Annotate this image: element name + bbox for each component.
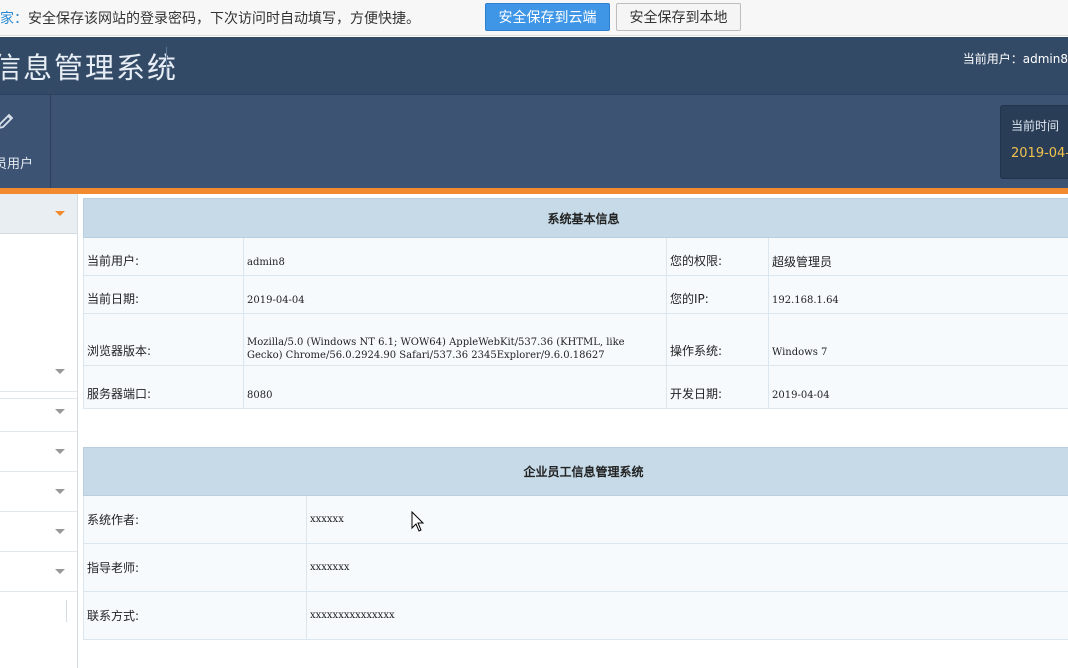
- browser-version-label: 浏览器版本:: [83, 313, 244, 366]
- contact-label: 联系方式:: [83, 591, 307, 640]
- table-row: 浏览器版本: Mozilla/5.0 (Windows NT 6.1; WOW6…: [83, 313, 1068, 366]
- title-divider: [166, 47, 167, 77]
- chevron-down-icon: [55, 409, 65, 414]
- author-label: 系统作者:: [83, 495, 307, 544]
- table-row: 指导老师: xxxxxxx: [83, 543, 1068, 592]
- chevron-down-icon: [55, 449, 65, 454]
- contact-value: xxxxxxxxxxxxxxx: [305, 591, 1068, 640]
- os-label: 操作系统:: [666, 313, 769, 366]
- chevron-down-icon: [55, 369, 65, 374]
- current-time-box: 当前时间 2019-04-04: [1000, 105, 1068, 179]
- chevron-down-icon: [55, 569, 65, 574]
- password-save-bar: 家：安全保存该网站的登录密码，下次访问时自动填写，方便快捷。 安全保存到云端 安…: [0, 0, 1068, 36]
- password-save-prefix: 家：: [0, 10, 28, 27]
- nav-item-label: 员用户: [0, 157, 34, 172]
- chevron-down-icon: [55, 529, 65, 534]
- table-row: 当前日期: 2019-04-04 您的IP: 192.168.1.64: [83, 275, 1068, 314]
- time-label: 当前时间: [1011, 119, 1060, 133]
- current-user-label-cell: 当前用户:: [83, 237, 244, 276]
- os-value: Windows 7: [767, 313, 1068, 366]
- sidebar-menu-item[interactable]: [0, 432, 77, 472]
- app-header: 信息管理系统 当前用户：admin8: [0, 37, 1068, 94]
- advisor-value: xxxxxxx: [305, 543, 1068, 592]
- permission-value: 超级管理员: [767, 237, 1068, 276]
- ip-label: 您的IP:: [666, 275, 769, 314]
- sidebar-menu-item[interactable]: [0, 512, 77, 552]
- permission-label: 您的权限:: [666, 237, 769, 276]
- top-nav: 员用户 当前时间 2019-04-04: [0, 94, 1068, 189]
- pencil-icon: [0, 113, 14, 129]
- save-to-cloud-button[interactable]: 安全保存到云端: [485, 3, 610, 31]
- dev-date-label: 开发日期:: [666, 365, 769, 409]
- browser-version-value: Mozilla/5.0 (Windows NT 6.1; WOW64) Appl…: [243, 313, 667, 366]
- sidebar: [0, 194, 78, 668]
- current-user-label: 当前用户：admin8: [962, 52, 1068, 66]
- project-info-table: 企业员工信息管理系统 系统作者: xxxxxx 指导老师: xxxxxxx 联系…: [82, 447, 1068, 640]
- sidebar-menu-item[interactable]: [0, 352, 77, 392]
- mouse-cursor-icon: [411, 511, 425, 532]
- sidebar-menu-item[interactable]: [0, 392, 77, 432]
- server-port-value: 8080: [243, 365, 667, 409]
- save-to-local-button[interactable]: 安全保存到本地: [616, 3, 741, 31]
- advisor-label: 指导老师:: [83, 543, 307, 592]
- server-port-label: 服务器端口:: [83, 365, 244, 409]
- sidebar-menu-header[interactable]: [0, 194, 77, 234]
- chevron-down-icon: [55, 489, 65, 494]
- table-row: 系统作者: xxxxxx: [83, 495, 1068, 544]
- system-info-title: 系统基本信息: [82, 198, 1068, 238]
- system-info-table: 系统基本信息 当前用户: admin8 您的权限: 超级管理员 当前日期: 20…: [82, 198, 1068, 409]
- chevron-down-icon: [55, 211, 65, 216]
- table-row: 服务器端口: 8080 开发日期: 2019-04-04: [83, 365, 1068, 409]
- time-value: 2019-04-04: [1011, 146, 1068, 161]
- dev-date-value: 2019-04-04: [767, 365, 1068, 409]
- sidebar-menu-item[interactable]: [0, 552, 77, 592]
- current-date-label: 当前日期:: [83, 275, 244, 314]
- current-date-value: 2019-04-04: [243, 275, 667, 314]
- sidebar-menu-item[interactable]: [0, 472, 77, 512]
- current-user-value: admin8: [243, 237, 667, 276]
- accent-strip: [0, 188, 1068, 194]
- password-save-message: 家：安全保存该网站的登录密码，下次访问时自动填写，方便快捷。: [0, 10, 420, 27]
- nav-item-users[interactable]: 员用户: [0, 95, 51, 189]
- sidebar-resize-handle[interactable]: [66, 600, 67, 622]
- project-info-title: 企业员工信息管理系统: [82, 447, 1068, 496]
- app-title: 信息管理系统: [0, 51, 179, 85]
- table-row: 当前用户: admin8 您的权限: 超级管理员: [83, 237, 1068, 276]
- table-row: 联系方式: xxxxxxxxxxxxxxx: [83, 591, 1068, 640]
- ip-value: 192.168.1.64: [767, 275, 1068, 314]
- main-content: 系统基本信息 当前用户: admin8 您的权限: 超级管理员 当前日期: 20…: [82, 198, 1068, 640]
